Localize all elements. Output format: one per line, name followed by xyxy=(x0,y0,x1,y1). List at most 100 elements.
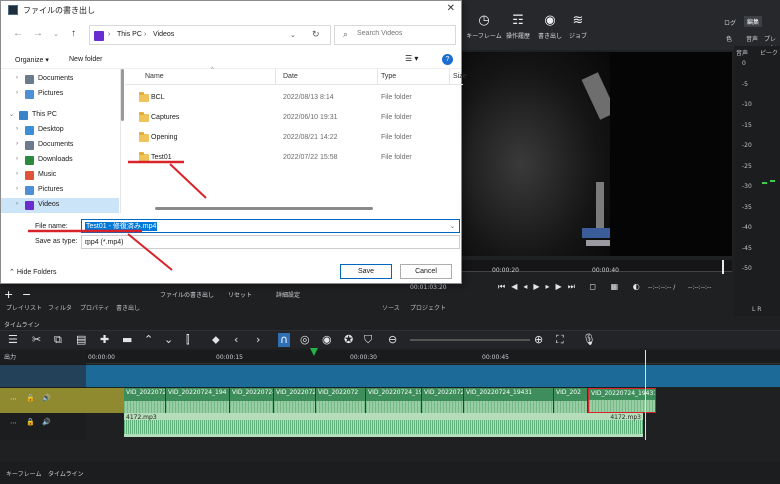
file-row[interactable]: Opening 2022/08/21 14:22 File folder xyxy=(125,129,463,147)
column-name[interactable]: Name xyxy=(145,73,164,80)
video-clip[interactable]: VID_20220724_194 xyxy=(366,388,422,413)
paste-icon[interactable]: ▤ xyxy=(76,333,86,347)
reset-button[interactable]: リセット xyxy=(228,290,252,299)
refresh-icon[interactable]: ↻ xyxy=(312,29,320,40)
organize-button[interactable]: Organize ▾ xyxy=(15,56,49,64)
lock-icon[interactable]: 🔒 xyxy=(26,418,35,426)
close-icon[interactable]: ✕ xyxy=(447,3,455,14)
split-icon[interactable]: ⫿ xyxy=(186,333,190,347)
forward-icon[interactable]: → xyxy=(33,28,43,39)
address-bar[interactable]: › This PC › Videos ⌄ ↻ xyxy=(89,25,331,45)
zoom-fit-icon[interactable]: ⛶ xyxy=(556,333,564,347)
file-row[interactable]: Captures 2022/06/10 19:31 File folder xyxy=(125,109,463,127)
chevron-down-icon[interactable]: ⌄ xyxy=(9,111,14,118)
zoom-out-icon[interactable]: ⊖ xyxy=(388,333,397,347)
cancel-button[interactable]: Cancel xyxy=(400,264,452,279)
tab-edit[interactable]: 編集 xyxy=(744,16,763,27)
ripple-all-icon[interactable]: ✪ xyxy=(344,333,353,347)
video-preview[interactable] xyxy=(462,52,732,256)
chevron-down-icon[interactable]: ⌄ xyxy=(53,30,59,38)
track-header-a1[interactable]: ⋯ 🔒 🔊 xyxy=(0,413,86,437)
video-clip[interactable]: VID_202 xyxy=(554,388,588,413)
search-box[interactable]: ⌕ xyxy=(334,25,456,45)
file-row[interactable]: Test01 2022/07/22 15:58 File folder xyxy=(125,149,463,167)
chevron-right-icon[interactable]: › xyxy=(16,126,18,132)
chevron-down-icon[interactable]: ⌄ xyxy=(85,239,455,247)
tab-export[interactable]: 書き出し xyxy=(116,303,140,312)
file-row[interactable]: BCL 2022/08/13 8:14 File folder xyxy=(125,89,463,107)
cut-icon[interactable]: ✂ xyxy=(32,333,41,347)
tab-log[interactable]: ログ xyxy=(724,18,736,27)
breadcrumb-videos[interactable]: Videos xyxy=(153,31,174,38)
video-clip[interactable]: VID_20220724_194 xyxy=(166,388,230,413)
column-size[interactable]: Size xyxy=(453,73,467,80)
lock-icon[interactable]: 🔒 xyxy=(26,394,35,402)
prev-marker-icon[interactable]: ‹ xyxy=(234,333,238,347)
tab-project[interactable]: プロジェクト xyxy=(410,303,446,312)
add-icon[interactable]: + xyxy=(4,288,13,301)
append-icon[interactable]: ✚ xyxy=(100,333,109,347)
column-date[interactable]: Date xyxy=(283,73,298,80)
record-audio-icon[interactable]: 🎙 xyxy=(582,333,596,347)
zoom-in-icon[interactable]: ⊕ xyxy=(534,333,543,347)
speaker-icon[interactable]: 🔊 xyxy=(42,394,51,402)
up-icon[interactable]: ↑ xyxy=(71,28,76,39)
overwrite-icon[interactable]: ⌄ xyxy=(164,333,173,347)
nav-item-desktop[interactable]: › Desktop xyxy=(1,123,119,138)
video-clip[interactable]: VID_20220724_1943 xyxy=(230,388,274,413)
timeline-ruler[interactable]: 00:00:00 00:00:15 00:00:30 00:00:45 xyxy=(86,348,780,364)
search-input[interactable] xyxy=(357,30,451,37)
file-name-value[interactable]: Test01 - 修復済み.mp4 xyxy=(85,222,158,231)
remove-icon[interactable]: − xyxy=(22,288,31,301)
snap-icon[interactable]: ∩ xyxy=(278,333,291,347)
lift-icon[interactable]: ⌃ xyxy=(144,333,153,347)
next-marker-icon[interactable]: › xyxy=(256,333,260,347)
track-menu-icon[interactable]: ⋯ xyxy=(10,419,17,427)
hide-folders-button[interactable]: ⌃ Hide Folders xyxy=(9,268,57,276)
playback-controls[interactable]: ⏮◀◂▶▸▶⏭ ◻ ▦ ◐ xyxy=(498,282,646,292)
nav-item-this-pc[interactable]: ⌄ This PC xyxy=(1,108,119,123)
speaker-icon[interactable]: 🔊 xyxy=(42,418,51,426)
column-type[interactable]: Type xyxy=(381,73,396,80)
zoom-slider[interactable] xyxy=(410,339,530,341)
audio-clip[interactable]: 4172.mp3 4172.mp3 xyxy=(124,413,643,437)
ripple-icon[interactable]: ◉ xyxy=(322,333,332,347)
jobs-tool[interactable]: ≋ ジョブ xyxy=(558,14,598,41)
advanced-button[interactable]: 詳細設定 xyxy=(276,290,300,299)
nav-item-documents[interactable]: › Documents xyxy=(1,72,119,87)
breadcrumb-this-pc[interactable]: This PC xyxy=(117,31,142,38)
video-clip[interactable]: VID_20220724 xyxy=(274,388,316,413)
video-clip[interactable]: VID_2022072 xyxy=(422,388,464,413)
video-clip[interactable]: VID_20220724 xyxy=(124,388,166,413)
nav-item-pictures[interactable]: › Pictures xyxy=(1,87,119,102)
tab-audio[interactable]: 音声 xyxy=(746,34,758,43)
help-icon[interactable]: ? xyxy=(442,54,453,65)
chevron-right-icon[interactable]: › xyxy=(16,75,18,81)
chevron-right-icon[interactable]: › xyxy=(16,186,18,192)
nav-item-pictures[interactable]: › Pictures xyxy=(1,183,119,198)
track-header-v2[interactable]: ⋯ 🔒 🔊 xyxy=(0,388,86,413)
video-clip[interactable]: VID_2022072 xyxy=(316,388,366,413)
back-icon[interactable]: ← xyxy=(13,28,23,39)
ripple-markers-icon[interactable]: ⛉ xyxy=(364,333,372,347)
nav-item-music[interactable]: › Music xyxy=(1,168,119,183)
remove-clip-icon[interactable]: ▬ xyxy=(122,333,132,347)
preview-playhead[interactable] xyxy=(722,260,724,274)
new-folder-button[interactable]: New folder xyxy=(69,56,102,63)
scrub-icon[interactable]: ◎ xyxy=(300,333,310,347)
track-menu-icon[interactable]: ⋯ xyxy=(10,395,17,403)
tab-filter[interactable]: フィルタ xyxy=(48,303,72,312)
save-type-select[interactable]: mp4 (*.mp4) ⌄ xyxy=(81,235,460,249)
chevron-right-icon[interactable]: › xyxy=(16,141,18,147)
export-file-button[interactable]: ファイルの書き出し xyxy=(160,290,214,299)
chevron-down-icon[interactable]: ⌄ xyxy=(450,223,455,230)
view-icon[interactable]: ☰ ▾ xyxy=(405,54,418,63)
chevron-right-icon[interactable]: › xyxy=(16,90,18,96)
tab-source[interactable]: ソース xyxy=(382,303,400,312)
menu-icon[interactable]: ☰ xyxy=(8,333,18,347)
chevron-right-icon[interactable]: › xyxy=(16,201,18,207)
track-v1[interactable] xyxy=(86,365,780,387)
tab-color[interactable]: 色 xyxy=(726,34,732,43)
address-dropdown-icon[interactable]: ⌄ xyxy=(290,31,296,39)
marker-icon[interactable]: ⬥ xyxy=(212,333,220,347)
